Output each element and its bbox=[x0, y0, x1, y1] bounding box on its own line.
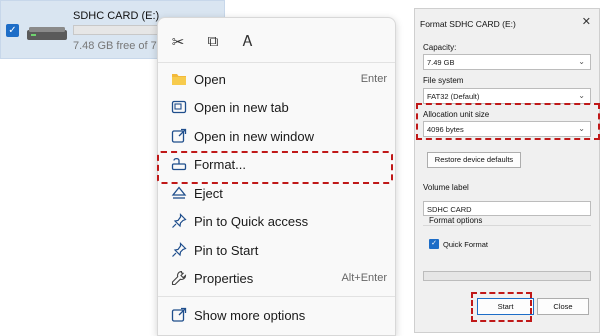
menu-item-label: Pin to Quick access bbox=[194, 214, 309, 229]
copy-icon[interactable]: ⧉ bbox=[203, 33, 223, 53]
new-window-icon bbox=[171, 128, 187, 143]
menu-item-show-more-options[interactable]: Show more options bbox=[158, 303, 396, 329]
pin-icon bbox=[172, 242, 187, 257]
chevron-down-icon: ⌄ bbox=[578, 91, 585, 100]
menu-item-pin-quick-access[interactable]: Pin to Quick access bbox=[158, 209, 396, 235]
menu-item-eject[interactable]: Eject bbox=[158, 181, 396, 207]
capacity-value: 7.49 GB bbox=[427, 58, 455, 67]
drive-icon bbox=[27, 27, 67, 40]
rename-icon[interactable]: Ꭺ bbox=[238, 33, 258, 53]
format-highlight bbox=[157, 151, 393, 184]
capacity-label: Capacity: bbox=[423, 43, 457, 52]
close-button[interactable]: Close bbox=[537, 298, 589, 315]
file-system-select[interactable]: FAT32 (Default) ⌄ bbox=[423, 88, 591, 104]
menu-item-shortcut: Enter bbox=[360, 73, 387, 85]
volume-label-value: SDHC CARD bbox=[427, 205, 472, 214]
menu-divider bbox=[158, 296, 395, 297]
format-progress-bar bbox=[423, 271, 591, 281]
eject-icon bbox=[171, 186, 187, 199]
selection-checkbox[interactable]: ✓ bbox=[6, 24, 19, 37]
drive-name: SDHC CARD (E:) bbox=[73, 10, 160, 22]
volume-label-input[interactable]: SDHC CARD bbox=[423, 201, 591, 216]
quick-format-label: Quick Format bbox=[443, 240, 489, 249]
menu-divider bbox=[158, 62, 395, 63]
menu-item-open-new-tab[interactable]: Open in new tab bbox=[158, 95, 396, 121]
folder-icon bbox=[172, 74, 186, 85]
allocation-highlight bbox=[416, 103, 600, 140]
menu-item-shortcut: Alt+Enter bbox=[341, 272, 387, 284]
wrench-icon bbox=[171, 270, 187, 286]
file-system-value: FAT32 (Default) bbox=[427, 92, 480, 101]
menu-item-label: Open bbox=[194, 72, 226, 87]
quick-format-checkbox[interactable]: ✓ bbox=[429, 239, 439, 249]
volume-label-label: Volume label bbox=[423, 183, 469, 192]
menu-item-open[interactable]: Open Enter bbox=[158, 67, 396, 93]
more-options-icon bbox=[171, 307, 187, 322]
dialog-title: Format SDHC CARD (E:) bbox=[420, 19, 516, 29]
menu-item-label: Open in new tab bbox=[194, 100, 289, 115]
capacity-select[interactable]: 7.49 GB ⌄ bbox=[423, 54, 591, 70]
new-tab-icon bbox=[171, 100, 187, 114]
file-system-label: File system bbox=[423, 76, 464, 85]
drive-free-space: 7.48 GB free of 7.4 bbox=[73, 40, 166, 52]
format-dialog: Format SDHC CARD (E:) ✕ Capacity: 7.49 G… bbox=[414, 8, 600, 333]
pin-icon bbox=[172, 213, 187, 228]
menu-item-label: Properties bbox=[194, 271, 254, 286]
menu-item-label: Show more options bbox=[194, 308, 306, 323]
menu-item-properties[interactable]: Properties Alt+Enter bbox=[158, 266, 396, 292]
menu-item-label: Eject bbox=[194, 186, 223, 201]
format-options-label: Format options bbox=[427, 216, 485, 225]
restore-defaults-button[interactable]: Restore device defaults bbox=[427, 152, 521, 168]
menu-item-open-new-window[interactable]: Open in new window bbox=[158, 124, 396, 150]
menu-item-pin-start[interactable]: Pin to Start bbox=[158, 238, 396, 264]
cut-icon[interactable]: ✂ bbox=[168, 33, 188, 53]
chevron-down-icon: ⌄ bbox=[578, 57, 585, 66]
menu-item-label: Open in new window bbox=[194, 129, 314, 144]
close-icon[interactable]: ✕ bbox=[582, 15, 591, 28]
menu-item-label: Pin to Start bbox=[194, 243, 259, 258]
start-highlight bbox=[471, 292, 532, 322]
